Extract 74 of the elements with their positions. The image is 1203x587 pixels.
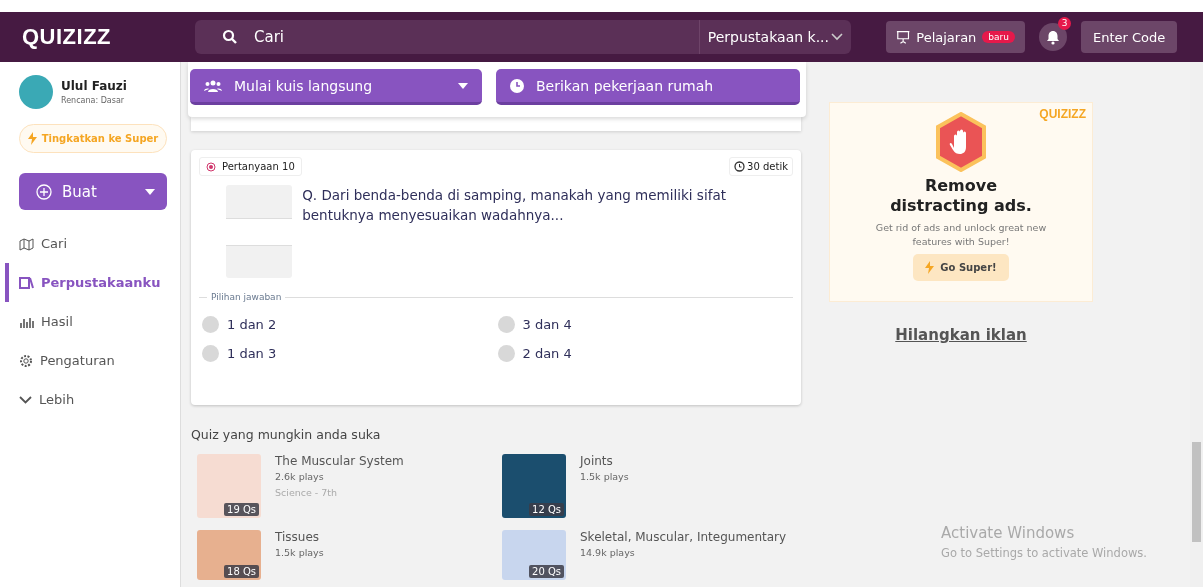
answer-option[interactable]: 1 dan 2 <box>202 316 498 333</box>
question-count: 19 Qs <box>224 503 259 516</box>
play-count: 2.6k plays <box>275 471 325 482</box>
sidebar-item[interactable]: Perpustakaanku <box>5 263 166 302</box>
radio-button[interactable] <box>497 345 515 362</box>
plus-circle-icon <box>36 183 52 200</box>
quizizz-logo: QUIZIZZ <box>1039 107 1086 121</box>
quiz-title[interactable]: The Muscular System <box>275 454 404 468</box>
new-badge: baru <box>982 31 1015 43</box>
library-icon <box>19 275 34 290</box>
sidebar-item[interactable]: Cari <box>5 224 166 263</box>
lesson-button[interactable]: Pelajaran baru <box>886 21 1025 53</box>
radio-button[interactable] <box>202 345 219 362</box>
quiz-title[interactable]: Skeletal, Muscular, Integumentary <box>580 530 787 544</box>
question-count: 20 Qs <box>529 565 564 578</box>
clock-icon <box>734 161 746 172</box>
target-icon <box>206 161 216 172</box>
stop-hand-icon <box>934 112 988 172</box>
avatar[interactable] <box>19 75 53 109</box>
quiz-thumbnail[interactable]: 19 Qs <box>197 454 261 518</box>
question-count: 12 Qs <box>529 503 564 516</box>
answer-option[interactable]: 3 dan 4 <box>497 316 793 333</box>
gear-icon <box>19 353 33 368</box>
quiz-thumbnail[interactable]: 12 Qs <box>502 454 566 518</box>
ad-text: Get rid of ads and unlock great new features with Super! <box>874 221 1048 249</box>
activation-text: Go to Settings to activate Windows. <box>941 546 1147 560</box>
quiz-title[interactable]: Tissues <box>275 530 324 544</box>
sidebar-item[interactable]: Lebih <box>5 380 166 419</box>
quiz-thumbnail[interactable]: 20 Qs <box>502 530 566 580</box>
chevron-down-icon <box>19 395 32 404</box>
caret-icon <box>458 82 468 89</box>
section-heading: Quiz yang mungkin anda suka <box>191 427 382 442</box>
assign-homework-button[interactable]: Berikan pekerjaan rumah <box>496 69 800 105</box>
sidebar-item[interactable]: Hasil <box>5 302 166 341</box>
quizizz-logo[interactable]: QUIZIZZ <box>22 24 195 50</box>
library-dropdown[interactable]: Perpustakaan k... <box>698 20 851 54</box>
question-number: Pertanyaan 10 <box>199 157 302 176</box>
user-name: Ulul Fauzi <box>61 79 127 93</box>
lesson-label: Pelajaran <box>916 29 977 45</box>
start-live-quiz-button[interactable]: Mulai kuis langsung <box>190 69 482 105</box>
presentation-icon <box>896 29 911 45</box>
radio-button[interactable] <box>202 316 219 333</box>
play-count: 1.5k plays <box>580 471 629 482</box>
user-plan: Rencana: Dasar <box>61 96 126 105</box>
users-icon <box>204 79 222 92</box>
ad-title: Remove distracting ads. <box>889 176 1033 216</box>
create-button[interactable]: Buat <box>19 173 167 210</box>
activation-title: Activate Windows <box>941 524 1076 542</box>
time-limit: 30 detik <box>729 157 793 176</box>
quiz-thumbnail[interactable]: 18 Qs <box>197 530 261 580</box>
clock-icon <box>510 78 524 93</box>
play-count: 1.5k plays <box>275 547 324 558</box>
answer-option[interactable]: 2 dan 4 <box>497 345 793 362</box>
caret-icon <box>145 188 155 195</box>
question-text: Q. Dari benda-benda di samping, manakah yang memiliki sifat bentuknya menyesuaikan wadahnya... <box>302 186 727 225</box>
play-count: 14.9k plays <box>580 547 636 558</box>
answer-option[interactable]: 1 dan 3 <box>202 345 498 362</box>
sidebar-item[interactable]: Pengaturan <box>5 341 166 380</box>
chevron-down-icon <box>831 33 843 41</box>
question-count: 18 Qs <box>224 565 259 578</box>
search-field[interactable]: Cari Perpustakaan k... <box>195 20 851 54</box>
remove-ads-link[interactable]: Hilangkan iklan <box>829 326 1093 344</box>
enter-code-button[interactable]: Enter Code <box>1081 21 1178 53</box>
notification-count: 3 <box>1058 17 1071 30</box>
search-icon <box>222 29 238 45</box>
quiz-title[interactable]: Joints <box>580 454 629 468</box>
map-icon <box>19 236 34 251</box>
radio-button[interactable] <box>497 316 515 333</box>
go-super-button[interactable]: Go Super! <box>913 254 1009 281</box>
lightning-icon <box>27 132 37 145</box>
quiz-subject: Science - 7th <box>275 487 339 498</box>
choices-label: Pilihan jawaban <box>211 292 282 302</box>
bell-icon <box>1046 29 1060 45</box>
lightning-icon <box>925 261 935 274</box>
